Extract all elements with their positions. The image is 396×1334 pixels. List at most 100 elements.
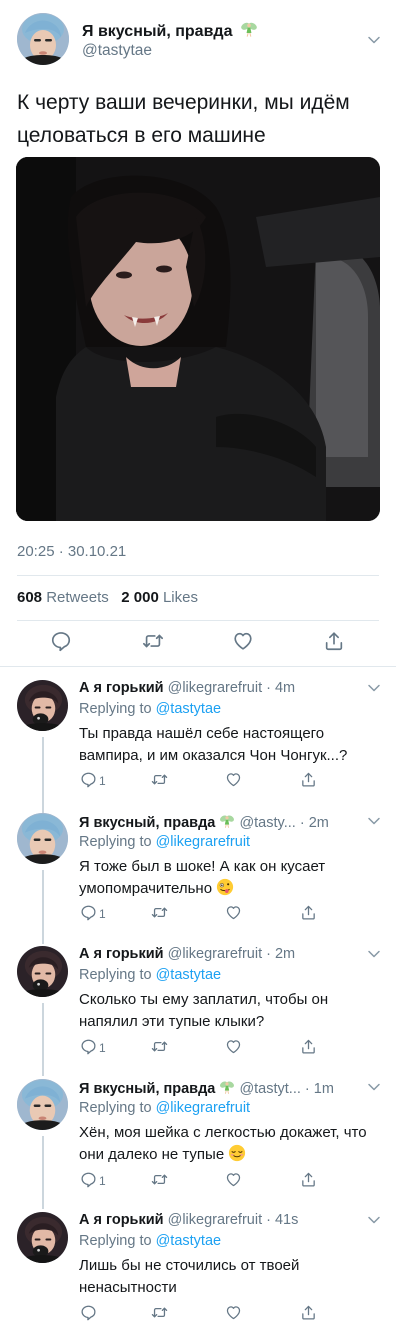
relieved-face-emoji — [228, 1144, 246, 1162]
heart-icon[interactable] — [232, 630, 254, 652]
reply-header: Я вкусный, правда @tastyt... · 1m — [79, 1079, 334, 1097]
author-avatar[interactable] — [17, 13, 69, 65]
tweet-timestamp[interactable]: 20:25 · 30.10.21 — [17, 543, 126, 560]
reply-text-container: Хён, моя шейка с легкостью докажет, что … — [79, 1122, 379, 1166]
separator-dot: · — [262, 946, 275, 962]
replying-label: Replying to — [79, 1233, 152, 1249]
share-icon[interactable] — [300, 1304, 317, 1321]
replying-to: Replying to @tastytae — [79, 967, 221, 983]
reply-header: А я горький @likegrarefruit · 2m — [79, 946, 295, 962]
divider — [0, 666, 396, 667]
fairy-icon — [240, 20, 258, 38]
zany-face-emoji — [216, 878, 234, 896]
reply-text: Я тоже был в шоке! А как он кусает умопо… — [79, 858, 326, 897]
chevron-down-icon[interactable] — [367, 681, 381, 695]
reply-tweet[interactable]: А я горький @likegrarefruit · 4m Replyin… — [0, 671, 396, 802]
reply-count: 1 — [99, 1174, 106, 1188]
reply-avatar[interactable] — [17, 680, 68, 731]
like-count[interactable]: 2 000 — [121, 589, 159, 606]
author-name-row[interactable]: Я вкусный, правда — [82, 20, 258, 41]
reply-icon[interactable] — [80, 1038, 97, 1055]
reply-header: Я вкусный, правда @tasty... · 2m — [79, 813, 329, 831]
reply-time[interactable]: 41s — [275, 1212, 298, 1228]
chevron-down-icon[interactable] — [367, 33, 381, 47]
retweet-icon[interactable] — [151, 904, 168, 921]
reply-tweet[interactable]: А я горький @likegrarefruit · 41s Replyi… — [0, 1203, 396, 1334]
reply-icon[interactable] — [80, 771, 97, 788]
reply-header: А я горький @likegrarefruit · 4m — [79, 680, 295, 696]
retweet-icon[interactable] — [151, 771, 168, 788]
heart-icon[interactable] — [225, 1304, 242, 1321]
share-icon[interactable] — [300, 1038, 317, 1055]
reply-author-name[interactable]: Я вкусный, правда — [79, 815, 215, 831]
reply-icon[interactable] — [80, 1171, 97, 1188]
reply-icon[interactable] — [50, 630, 72, 652]
tweet-stats: 608 Retweets 2 000 Likes — [17, 589, 198, 606]
chevron-down-icon[interactable] — [367, 1080, 381, 1094]
reply-tweet[interactable]: А я горький @likegrarefruit · 2m Replyin… — [0, 937, 396, 1068]
chevron-down-icon[interactable] — [367, 1213, 381, 1227]
chevron-down-icon[interactable] — [367, 814, 381, 828]
reply-text-container: Я тоже был в шоке! А как он кусает умопо… — [79, 856, 379, 900]
share-icon[interactable] — [300, 771, 317, 788]
reply-author-name[interactable]: А я горький — [79, 946, 164, 962]
reply-author-handle[interactable]: @tasty... — [239, 815, 295, 831]
heart-icon[interactable] — [225, 1038, 242, 1055]
replying-to: Replying to @likegrarefruit — [79, 834, 250, 850]
replying-to-link[interactable]: @tastytae — [156, 967, 222, 983]
retweets-label[interactable]: Retweets — [46, 589, 109, 606]
reply-time[interactable]: 1m — [314, 1081, 334, 1097]
chevron-down-icon[interactable] — [367, 947, 381, 961]
reply-avatar[interactable] — [17, 813, 68, 864]
replying-label: Replying to — [79, 1100, 152, 1116]
reply-author-name[interactable]: Я вкусный, правда — [79, 1081, 215, 1097]
share-icon[interactable] — [300, 904, 317, 921]
reply-tweet[interactable]: Я вкусный, правда @tasty... · 2m Replyin… — [0, 804, 396, 935]
reply-count: 1 — [99, 1041, 106, 1055]
replying-label: Replying to — [79, 834, 152, 850]
reply-text: Лишь бы не сточились от твоей ненасытнос… — [79, 1257, 300, 1296]
reply-header: А я горький @likegrarefruit · 41s — [79, 1212, 298, 1228]
fairy-icon — [219, 1079, 235, 1095]
replying-to-link[interactable]: @likegrarefruit — [156, 834, 251, 850]
reply-count: 1 — [99, 907, 106, 921]
reply-author-handle[interactable]: @likegrarefruit — [168, 680, 263, 696]
retweet-icon[interactable] — [151, 1038, 168, 1055]
retweet-count[interactable]: 608 — [17, 589, 42, 606]
replying-to: Replying to @tastytae — [79, 701, 221, 717]
retweet-icon[interactable] — [151, 1171, 168, 1188]
heart-icon[interactable] — [225, 1171, 242, 1188]
fairy-icon — [219, 813, 235, 829]
reply-avatar[interactable] — [17, 946, 68, 997]
tweet-photo[interactable] — [16, 157, 380, 521]
reply-avatar[interactable] — [17, 1079, 68, 1130]
reply-author-name[interactable]: А я горький — [79, 1212, 164, 1228]
divider — [17, 620, 379, 621]
reply-avatar[interactable] — [17, 1212, 68, 1263]
reply-time[interactable]: 4m — [275, 680, 295, 696]
replying-to-link[interactable]: @likegrarefruit — [156, 1100, 251, 1116]
likes-label[interactable]: Likes — [163, 589, 198, 606]
retweet-icon[interactable] — [142, 630, 164, 652]
replying-label: Replying to — [79, 701, 152, 717]
replying-to-link[interactable]: @tastytae — [156, 1233, 222, 1249]
heart-icon[interactable] — [225, 904, 242, 921]
reply-time[interactable]: 2m — [309, 815, 329, 831]
reply-icon[interactable] — [80, 904, 97, 921]
replying-to-link[interactable]: @tastytae — [156, 701, 222, 717]
reply-time[interactable]: 2m — [275, 946, 295, 962]
share-icon[interactable] — [323, 630, 345, 652]
reply-author-handle[interactable]: @likegrarefruit — [168, 1212, 263, 1228]
tweet-header: Я вкусный, правда @tastytae — [0, 0, 396, 80]
retweet-icon[interactable] — [151, 1304, 168, 1321]
reply-author-handle[interactable]: @tastyt... — [239, 1081, 300, 1097]
reply-author-name[interactable]: А я горький — [79, 680, 164, 696]
reply-text: Хён, моя шейка с легкостью докажет, что … — [79, 1124, 367, 1163]
share-icon[interactable] — [300, 1171, 317, 1188]
author-handle[interactable]: @tastytae — [82, 42, 152, 60]
reply-tweet[interactable]: Я вкусный, правда @tastyt... · 1m Replyi… — [0, 1070, 396, 1201]
author-name[interactable]: Я вкусный, правда — [82, 23, 232, 40]
heart-icon[interactable] — [225, 771, 242, 788]
reply-icon[interactable] — [80, 1304, 97, 1321]
reply-author-handle[interactable]: @likegrarefruit — [168, 946, 263, 962]
